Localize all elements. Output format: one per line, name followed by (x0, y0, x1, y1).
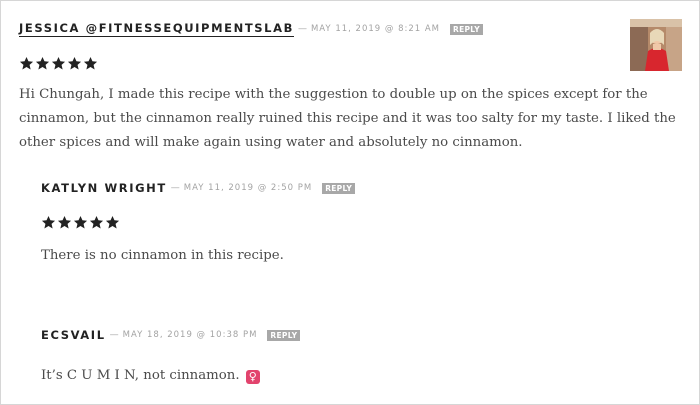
comment-date[interactable]: May 18, 2019 @ 10:38 pm (123, 330, 258, 340)
star-icon (41, 215, 56, 229)
comment-author: ecsvail (41, 328, 106, 342)
reply-button[interactable]: Reply (450, 23, 483, 35)
comment-meta: Katlyn Wright — May 11, 2019 @ 2:50 pm R… (41, 178, 661, 198)
comment-author-link[interactable]: Jessica @FitnessEquipmentsLab (19, 21, 294, 37)
comment-katlyn: Katlyn Wright — May 11, 2019 @ 2:50 pm R… (41, 178, 661, 268)
comment-jessica: Jessica @FitnessEquipmentsLab — May 11, … (19, 19, 676, 155)
female-sign-icon: ♀ (245, 370, 260, 384)
star-icon (83, 56, 98, 70)
star-rating (19, 56, 619, 71)
reply-button[interactable]: Reply (322, 182, 356, 194)
comment-meta: ecsvail — May 18, 2019 @ 10:38 pm Reply (41, 325, 661, 345)
star-icon (51, 56, 66, 70)
meta-dash: — (109, 330, 119, 340)
comment-text: There is no cinnamon in this recipe. (41, 248, 284, 263)
star-icon (35, 56, 50, 70)
avatar-photo (630, 19, 682, 71)
comment-text: Hi Chungah, I made this recipe with the … (19, 87, 676, 150)
reply-button[interactable]: Reply (267, 329, 301, 341)
star-icon (57, 215, 72, 229)
meta-dash: — (297, 24, 307, 34)
star-icon (89, 215, 104, 229)
comment-ecsvail: ecsvail — May 18, 2019 @ 10:38 pm Reply … (41, 325, 661, 388)
star-rating (41, 215, 661, 230)
meta-dash: — (170, 183, 180, 193)
star-icon (105, 215, 120, 229)
comment-text-line: It’s C U M I N, not cinnamon. ♀ (41, 364, 661, 388)
comment-meta: Jessica @FitnessEquipmentsLab — May 11, … (19, 19, 619, 39)
star-icon (19, 56, 34, 70)
star-icon (73, 215, 88, 229)
comment-author: Katlyn Wright (41, 181, 167, 195)
avatar (630, 19, 682, 71)
comment-date[interactable]: May 11, 2019 @ 8:21 am (311, 24, 440, 34)
comment-text: It’s C U M I N, not cinnamon. (41, 368, 240, 383)
comment-date[interactable]: May 11, 2019 @ 2:50 pm (184, 183, 312, 193)
star-icon (67, 56, 82, 70)
